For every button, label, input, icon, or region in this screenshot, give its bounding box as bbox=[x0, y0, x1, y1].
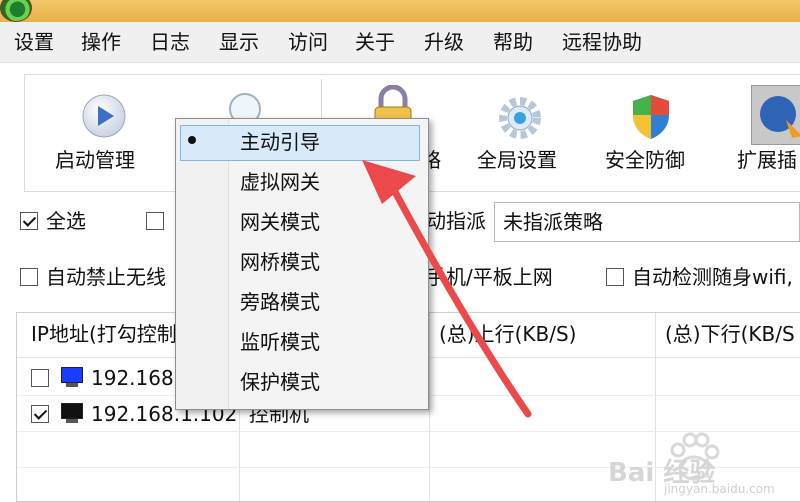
shield-icon[interactable] bbox=[629, 93, 673, 141]
menu-item-label: 旁路模式 bbox=[240, 290, 320, 314]
auto-detect-wifi-label: 自动检测随身wifi, bbox=[632, 265, 793, 289]
header-upload[interactable]: (总)上行(KB/S) bbox=[439, 321, 576, 347]
header-ip[interactable]: IP地址(打勾控制 bbox=[31, 321, 177, 347]
radio-bullet-icon bbox=[188, 136, 196, 144]
monitor-icon bbox=[61, 367, 83, 387]
select-all-label: 全选 bbox=[46, 209, 86, 233]
menu-about[interactable]: 关于 bbox=[355, 29, 395, 55]
menu-help[interactable]: 帮助 bbox=[493, 29, 533, 55]
mode-dropdown-menu: 主动引导 虚拟网关 网关模式 网桥模式 旁路模式 监听模式 保护模式 bbox=[175, 118, 429, 410]
menu-display[interactable]: 显示 bbox=[219, 29, 259, 55]
select-all-checkbox[interactable] bbox=[20, 212, 38, 230]
menu-item-bridge-mode[interactable]: 网桥模式 bbox=[176, 243, 428, 281]
menu-log[interactable]: 日志 bbox=[150, 29, 190, 55]
monitor-icon bbox=[61, 403, 83, 423]
row-checkbox[interactable] bbox=[31, 369, 49, 387]
play-icon[interactable] bbox=[81, 93, 127, 139]
policy-select[interactable]: 未指派策略 bbox=[494, 202, 800, 242]
auto-assign-label: 动指派 bbox=[426, 209, 486, 233]
phone-tablet-label: 手机/平板上网 bbox=[426, 265, 553, 289]
menu-item-bypass-mode[interactable]: 旁路模式 bbox=[176, 283, 428, 321]
menu-operation[interactable]: 操作 bbox=[81, 29, 121, 55]
menu-item-label: 保护模式 bbox=[240, 370, 320, 394]
gear-icon[interactable] bbox=[497, 95, 543, 141]
menu-bar: 设置 操作 日志 显示 访问 关于 升级 帮助 远程协助 bbox=[0, 22, 800, 63]
auto-block-wireless-label: 自动禁止无线 bbox=[46, 265, 166, 289]
menu-remote-assist[interactable]: 远程协助 bbox=[562, 29, 642, 55]
baidu-watermark: Bai 经验 jingyan.baidu.com bbox=[608, 430, 800, 500]
toolbar-global-settings-label: 全局设置 bbox=[477, 148, 557, 172]
toolbar-security-defense-label: 安全防御 bbox=[605, 148, 685, 172]
menu-access[interactable]: 访问 bbox=[288, 29, 328, 55]
menu-item-label: 主动引导 bbox=[240, 130, 320, 154]
row-checkbox[interactable] bbox=[31, 405, 49, 423]
menu-item-label: 虚拟网关 bbox=[240, 170, 320, 194]
menu-upgrade[interactable]: 升级 bbox=[424, 29, 464, 55]
app-logo-icon bbox=[0, 0, 32, 22]
menu-item-virtual-gateway[interactable]: 虚拟网关 bbox=[176, 163, 428, 201]
plugin-icon[interactable] bbox=[751, 85, 800, 145]
auto-detect-wifi-checkbox[interactable] bbox=[606, 268, 624, 286]
menu-item-label: 网桥模式 bbox=[240, 250, 320, 274]
menu-settings[interactable]: 设置 bbox=[14, 29, 54, 55]
toolbar-startup-manage-label: 启动管理 bbox=[55, 148, 135, 172]
menu-item-monitor-mode[interactable]: 监听模式 bbox=[176, 323, 428, 361]
menu-item-label: 网关模式 bbox=[240, 210, 320, 234]
menu-item-label: 监听模式 bbox=[240, 330, 320, 354]
header-download[interactable]: (总)下行(KB/S bbox=[665, 321, 795, 347]
watermark-url: jingyan.baidu.com bbox=[664, 482, 775, 496]
option-checkbox[interactable] bbox=[146, 212, 164, 230]
menu-item-active-guide[interactable]: 主动引导 bbox=[176, 123, 428, 161]
auto-block-wireless-checkbox[interactable] bbox=[20, 268, 38, 286]
toolbar-extensions-label: 扩展插 bbox=[737, 148, 797, 172]
row-ip: 192.168. bbox=[91, 366, 181, 390]
menu-item-protect-mode[interactable]: 保护模式 bbox=[176, 363, 428, 401]
title-bar bbox=[0, 0, 800, 22]
menu-item-gateway-mode[interactable]: 网关模式 bbox=[176, 203, 428, 241]
